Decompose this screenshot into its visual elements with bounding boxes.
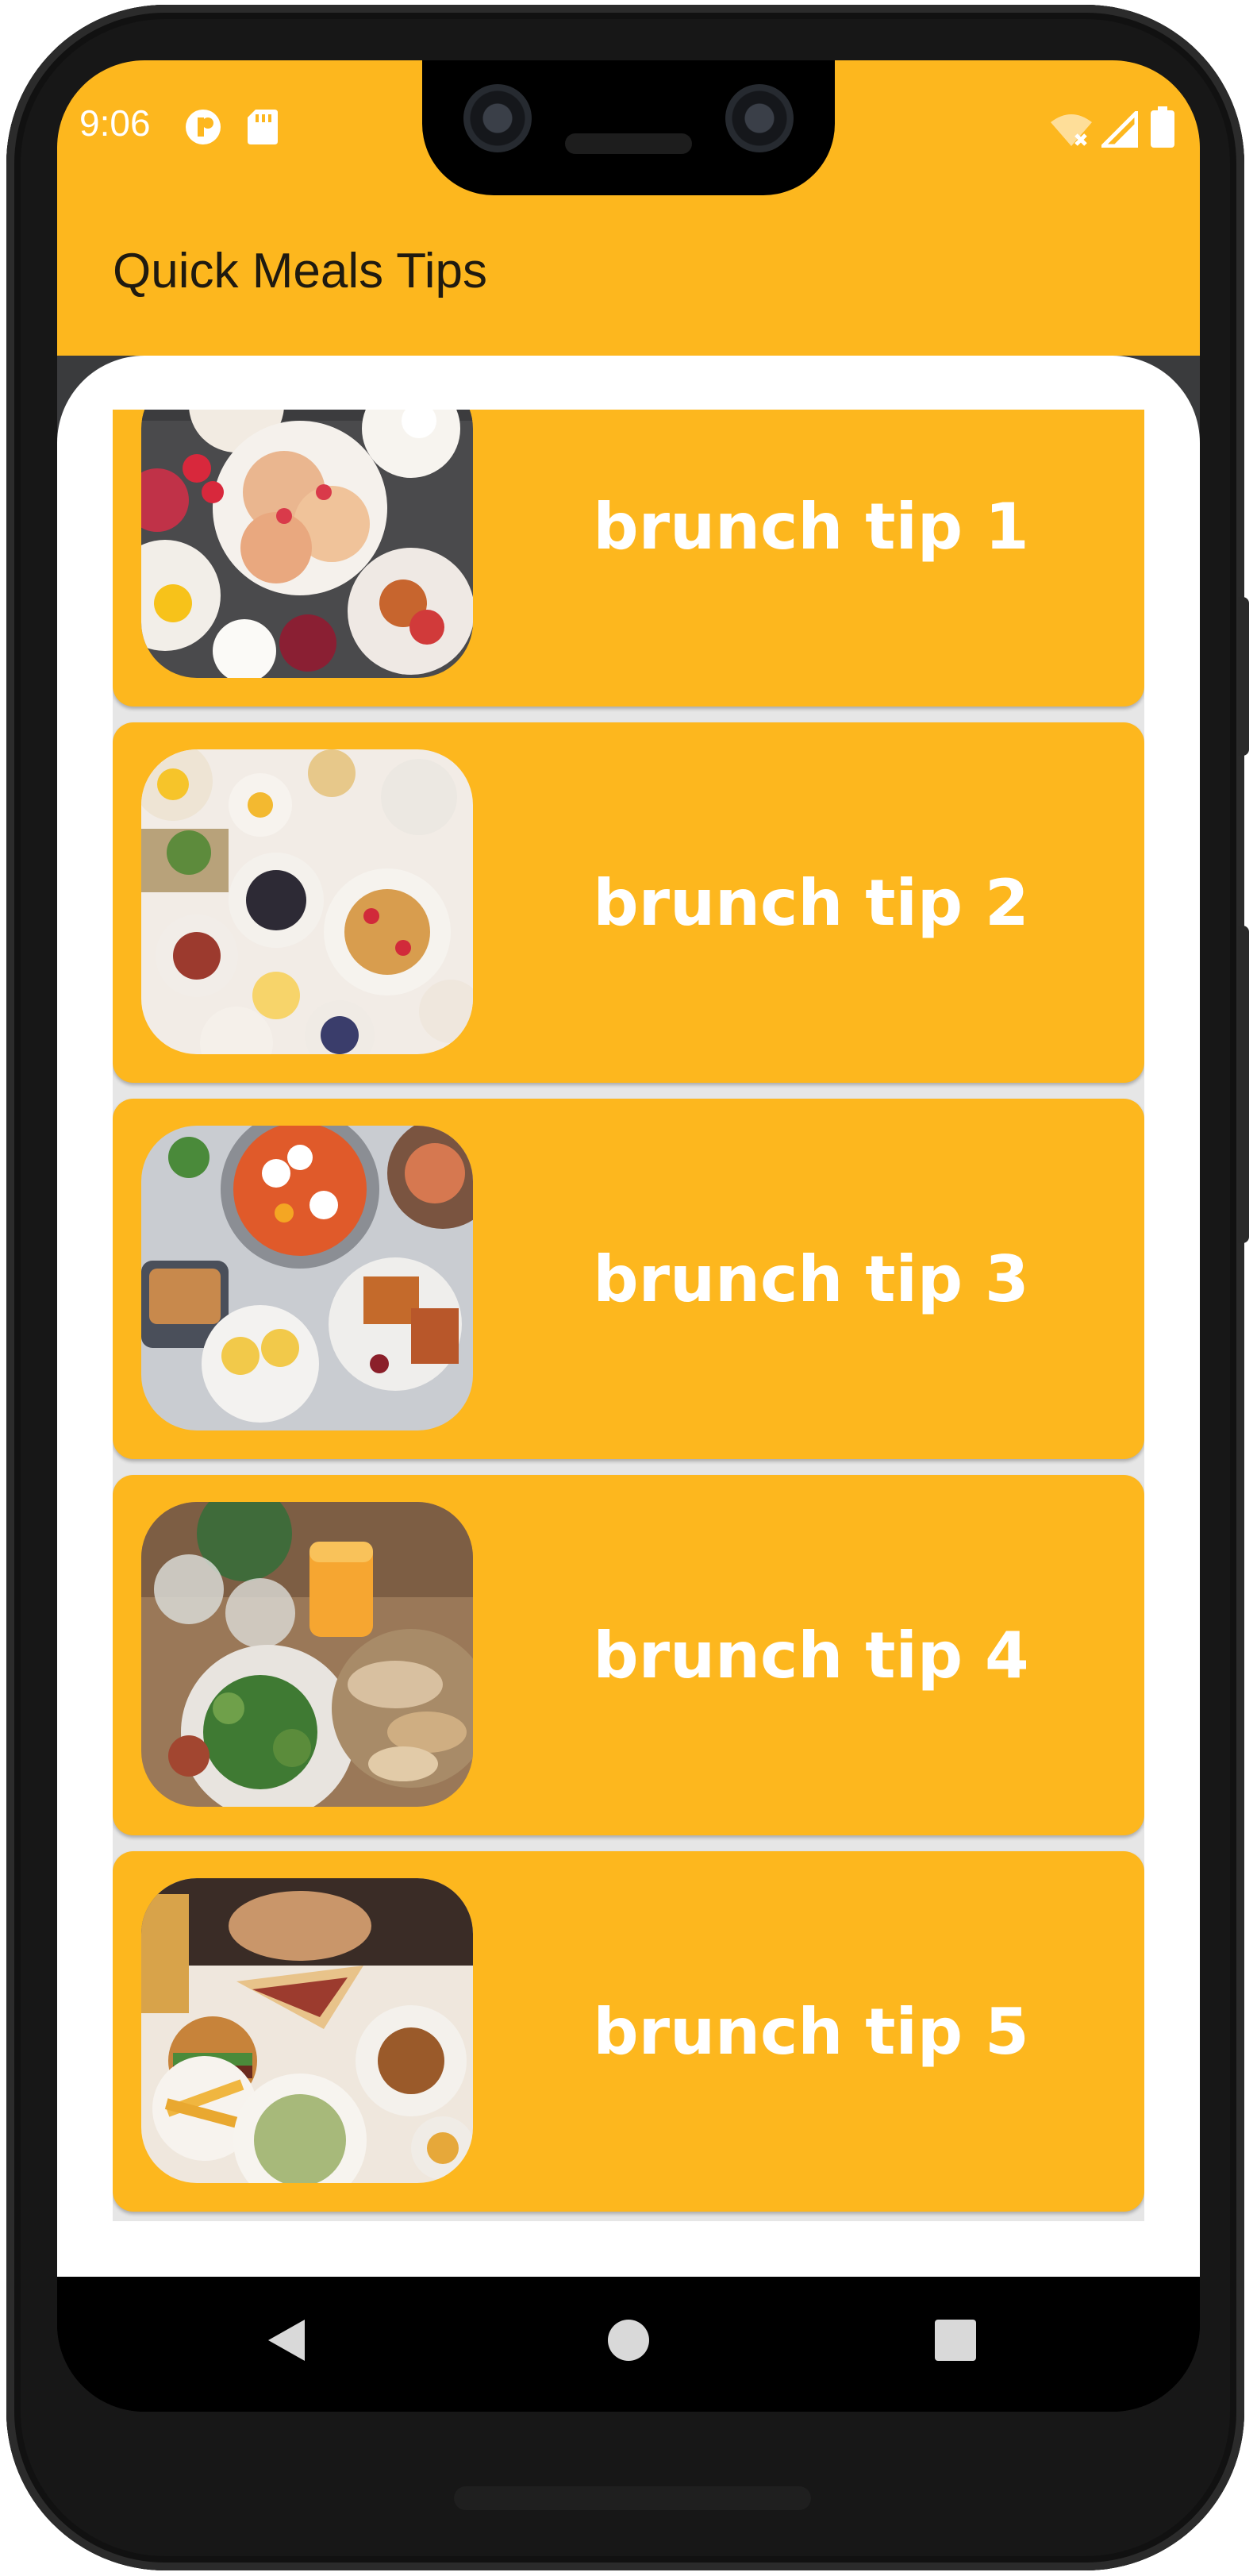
brunch-shakshuka-photo — [141, 1126, 473, 1430]
phone-frame: 9:06 Quick Meals Tips brunch tip 1 brunc… — [6, 5, 1249, 2570]
power-button — [1238, 597, 1249, 756]
tip-label-4: brunch tip 4 — [593, 1618, 1029, 1692]
tip-card-5[interactable]: brunch tip 5 — [113, 1851, 1144, 2212]
brunch-sandwich-fries-photo — [141, 1878, 473, 2183]
tip-label-5: brunch tip 5 — [593, 1994, 1029, 2069]
bottom-speaker — [454, 2486, 811, 2510]
wifi-off-icon — [1049, 113, 1094, 151]
app-title: Quick Meals Tips — [113, 244, 488, 298]
screen: 9:06 Quick Meals Tips brunch tip 1 brunc… — [57, 60, 1200, 2412]
recents-icon[interactable] — [932, 2315, 979, 2369]
battery-icon — [1151, 106, 1174, 151]
tip-card-1[interactable]: brunch tip 1 — [113, 410, 1144, 707]
camera-notch — [422, 60, 835, 195]
brunch-waffles-photo — [141, 749, 473, 1054]
tip-card-2[interactable]: brunch tip 2 — [113, 722, 1144, 1083]
app-notification-icon — [184, 108, 222, 149]
tip-card-3[interactable]: brunch tip 3 — [113, 1099, 1144, 1459]
sd-card-icon — [248, 110, 278, 148]
status-time: 9:06 — [79, 102, 151, 144]
app-bar: 9:06 Quick Meals Tips — [57, 60, 1200, 356]
tip-card-4[interactable]: brunch tip 4 — [113, 1475, 1144, 1835]
tip-label-3: brunch tip 3 — [593, 1242, 1029, 1316]
front-camera-icon — [463, 84, 532, 152]
tip-label-2: brunch tip 2 — [593, 865, 1029, 940]
signal-icon — [1097, 107, 1139, 151]
tip-label-1: brunch tip 1 — [593, 489, 1029, 564]
tips-list[interactable]: brunch tip 1 brunch tip 2 brunch tip 3 b… — [113, 410, 1144, 2221]
home-icon[interactable] — [605, 2315, 652, 2369]
brunch-pancakes-photo — [141, 410, 473, 678]
front-camera-icon — [725, 84, 794, 152]
brunch-bread-salad-photo — [141, 1502, 473, 1807]
earpiece-speaker — [565, 133, 692, 154]
navigation-bar — [57, 2277, 1200, 2412]
volume-button — [1238, 926, 1249, 1243]
back-icon[interactable] — [263, 2315, 311, 2369]
